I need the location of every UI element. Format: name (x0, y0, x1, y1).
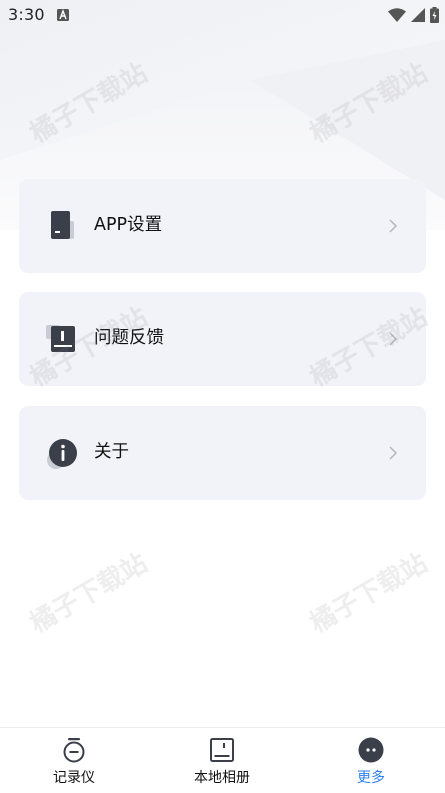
watermark: 橘子下载站 (305, 548, 433, 640)
watermark: 橘子下载站 (305, 58, 433, 150)
status-time: 3:30 (8, 5, 45, 24)
wifi-icon (388, 8, 406, 22)
chevron-right-icon (389, 446, 398, 460)
nav-label: 更多 (357, 770, 385, 786)
nav-label: 记录仪 (53, 770, 95, 786)
battery-icon (430, 7, 439, 23)
nav-label: 本地相册 (194, 770, 250, 786)
signal-icon (411, 8, 425, 22)
watermark: 橘子下载站 (25, 58, 153, 150)
menu-item-about[interactable]: 关于 (19, 406, 426, 500)
nav-tab-recorder[interactable]: 记录仪 (0, 728, 148, 793)
menu-label: 问题反馈 (94, 328, 164, 348)
nav-tab-more[interactable]: 更多 (297, 728, 445, 793)
feedback-icon (46, 325, 75, 352)
menu-item-feedback[interactable]: 问题反馈 (19, 292, 426, 386)
menu-label: 关于 (94, 442, 129, 462)
chevron-right-icon (389, 332, 398, 346)
menu-label: APP设置 (94, 215, 163, 235)
bottom-nav: 记录仪 本地相册 更多 (0, 727, 445, 793)
album-icon (210, 738, 234, 762)
notification-a-icon (57, 9, 69, 21)
info-icon (47, 439, 77, 469)
chevron-right-icon (389, 219, 398, 233)
status-icons (388, 7, 439, 23)
watermark: 橘子下载站 (25, 548, 153, 640)
menu-item-app-settings[interactable]: APP设置 (19, 179, 426, 273)
phone-settings-icon (51, 211, 74, 239)
more-icon (358, 737, 384, 763)
status-bar: 3:30 (0, 0, 445, 32)
recorder-icon (63, 738, 85, 763)
nav-tab-local-album[interactable]: 本地相册 (148, 728, 296, 793)
